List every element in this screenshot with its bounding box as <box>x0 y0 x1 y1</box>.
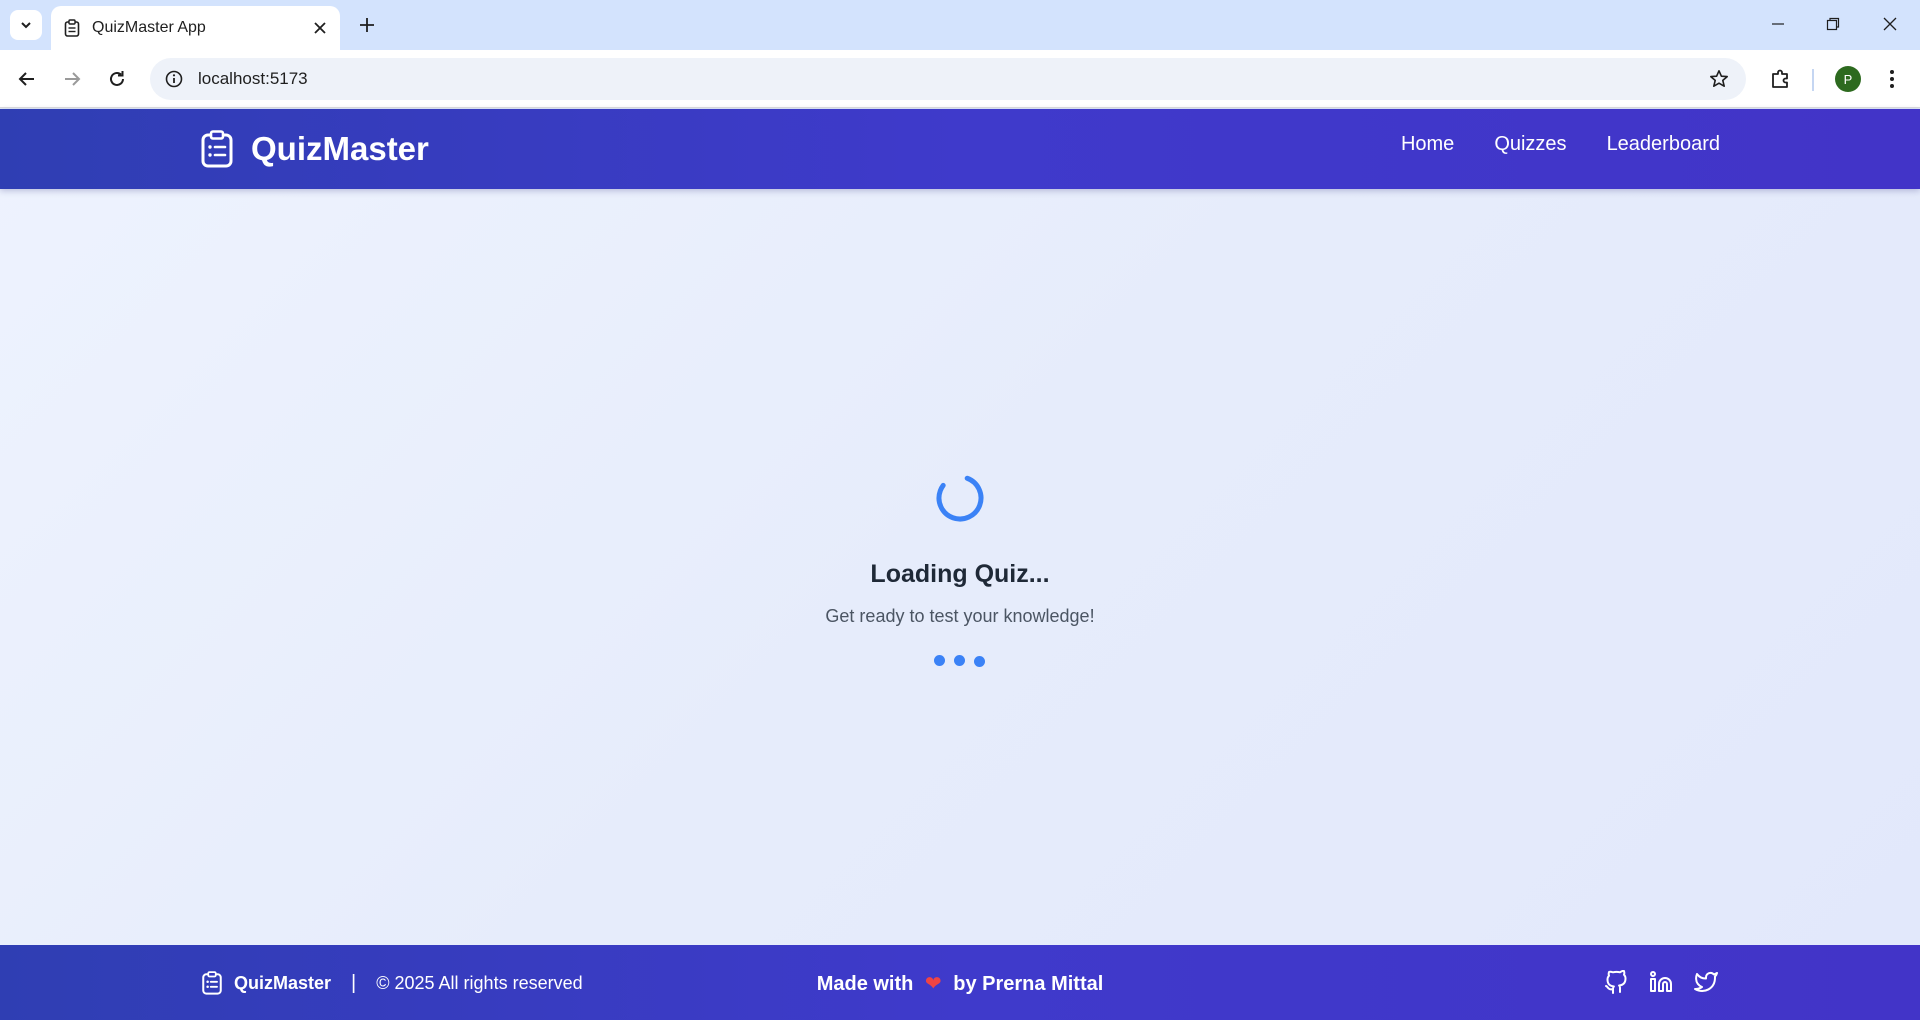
toolbar-divider <box>1812 69 1814 91</box>
loading-dots <box>934 654 986 668</box>
browser-menu-button[interactable] <box>1875 62 1909 96</box>
bookmark-star-icon[interactable] <box>1708 68 1730 90</box>
clipboard-icon <box>64 19 80 37</box>
loading-subtitle: Get ready to test your knowledge! <box>825 606 1095 626</box>
extensions-button[interactable] <box>1764 62 1798 96</box>
github-icon[interactable] <box>1603 969 1628 994</box>
browser-toolbar: localhost:5173 P <box>0 50 1920 108</box>
site-info-icon[interactable] <box>164 69 184 89</box>
tab-search-button[interactable] <box>10 10 42 40</box>
puzzle-icon <box>1772 69 1788 88</box>
plus-icon <box>360 18 374 32</box>
new-tab-button[interactable] <box>352 10 382 40</box>
heart-icon: ❤ <box>924 973 942 995</box>
restore-button[interactable] <box>1813 6 1853 42</box>
close-icon <box>314 22 326 34</box>
arrow-right-icon <box>65 72 81 86</box>
minimize-icon <box>1772 23 1784 25</box>
profile-avatar[interactable]: P <box>1835 66 1861 92</box>
reload-button[interactable] <box>100 62 134 96</box>
chevron-down-icon <box>21 22 31 29</box>
loading-spinner-icon <box>936 474 984 522</box>
footer-credit-author: by Prerna Mittal <box>953 973 1104 995</box>
back-button[interactable] <box>10 62 44 96</box>
close-icon <box>1883 17 1897 31</box>
loading-dot <box>934 655 945 666</box>
footer-credit-prefix: Made with <box>816 973 914 995</box>
loading-dot <box>954 655 965 666</box>
address-bar[interactable]: localhost:5173 <box>150 58 1746 100</box>
minimize-button[interactable] <box>1758 6 1798 42</box>
linkedin-icon[interactable] <box>1648 969 1673 994</box>
close-window-button[interactable] <box>1870 6 1910 42</box>
browser-tab[interactable]: QuizMaster App <box>51 6 340 50</box>
loading-screen: Loading Quiz... Get ready to test your k… <box>0 109 1920 945</box>
app-root: QuizMaster Home Quizzes Leaderboard Load… <box>0 109 1920 1020</box>
twitter-icon[interactable] <box>1693 969 1718 994</box>
footer: QuizMaster | © 2025 All rights reserved … <box>0 945 1920 1020</box>
tab-title: QuizMaster App <box>92 19 206 36</box>
footer-social-links <box>1603 969 1718 994</box>
address-url: localhost:5173 <box>198 69 308 88</box>
browser-tabstrip: QuizMaster App <box>0 0 1920 50</box>
loading-dot <box>974 656 985 667</box>
tab-close-button[interactable] <box>306 14 334 42</box>
reload-icon <box>110 71 124 86</box>
restore-icon <box>1826 17 1840 31</box>
more-vertical-icon <box>1890 70 1894 88</box>
loading-title: Loading Quiz... <box>870 560 1050 588</box>
arrow-left-icon <box>18 72 34 86</box>
forward-button[interactable] <box>55 62 89 96</box>
